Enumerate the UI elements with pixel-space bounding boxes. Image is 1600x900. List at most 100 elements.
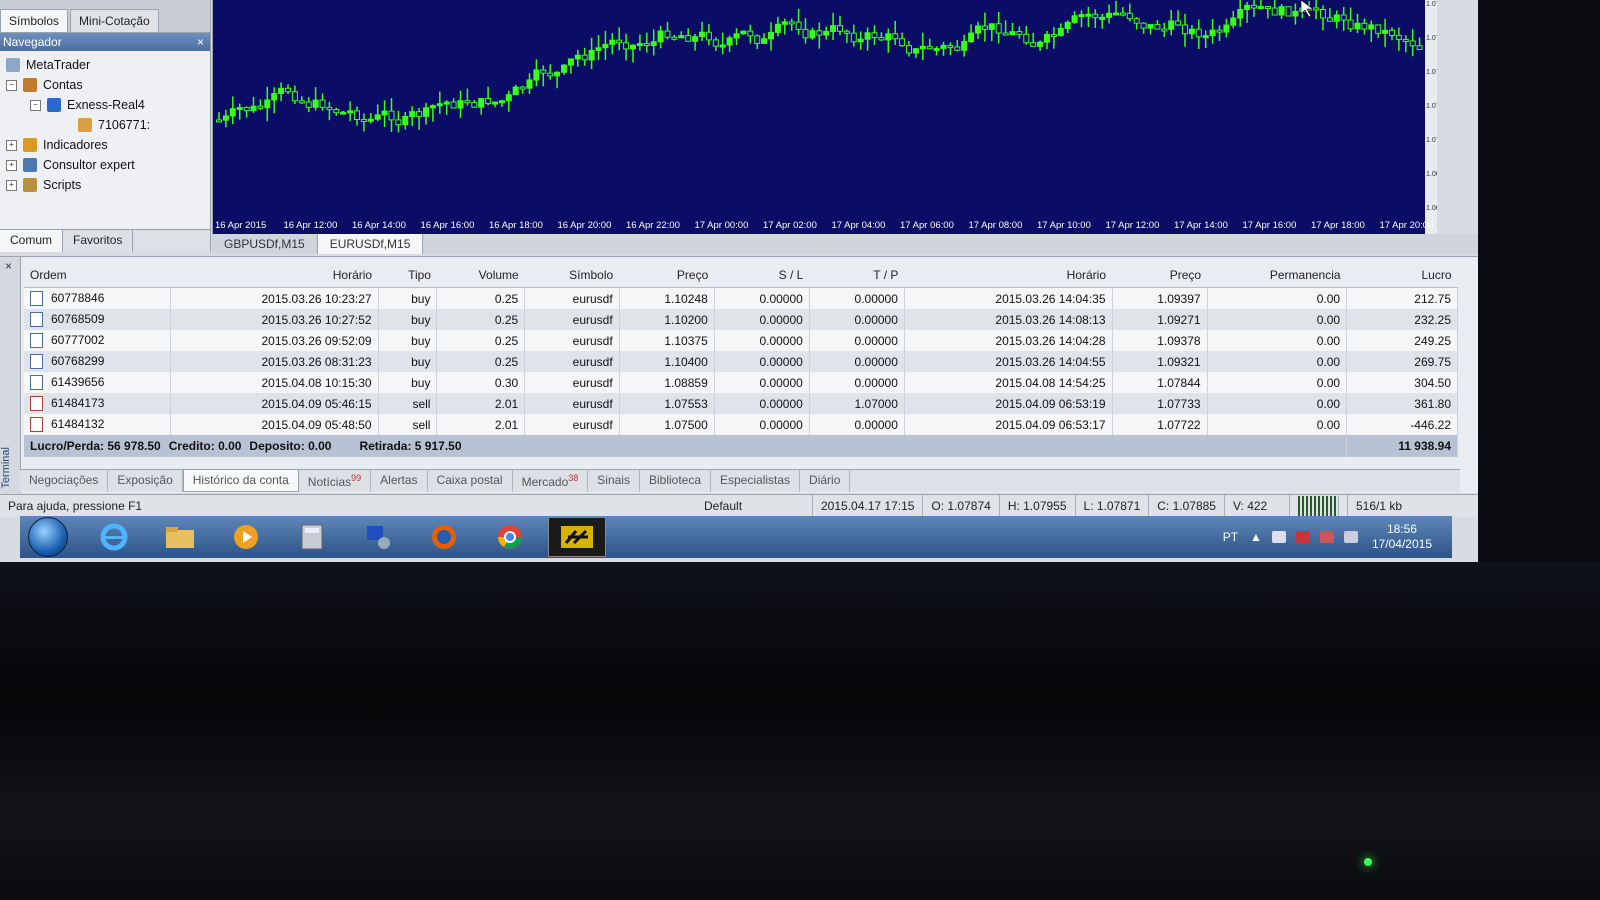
candle-body <box>1002 32 1009 36</box>
candle-body <box>878 37 885 41</box>
account-history-table: Ordem Horário Tipo Volume Símbolo Preço … <box>24 263 1458 457</box>
col-close-price[interactable]: Preço <box>1112 263 1208 288</box>
cell-close-time: 2015.04.09 06:53:19 <box>904 393 1113 414</box>
candle-body <box>1278 6 1285 16</box>
taskbar-exness-terminal[interactable] <box>548 517 606 557</box>
taskbar-media-player[interactable] <box>218 518 274 556</box>
col-swap[interactable]: Permanencia <box>1207 263 1347 288</box>
table-row[interactable]: 60768299 2015.03.26 08:31:23 buy 0.25 eurusd… <box>24 351 1458 372</box>
taskbar-calculator[interactable] <box>284 518 340 556</box>
volume-icon[interactable] <box>1343 531 1358 543</box>
cell-sl: 0.00000 <box>714 309 810 330</box>
price-chart[interactable]: 1.07760 1.07570 1.07380 1.07190 1.07000 1.068… <box>212 0 1437 234</box>
candle-body <box>333 109 340 114</box>
start-button[interactable] <box>20 517 76 557</box>
candle-body <box>561 64 567 73</box>
terminal-tab[interactable]: Exposição <box>108 470 183 492</box>
candle-body <box>1209 29 1216 37</box>
time-tick-label: 16 Apr 22:00 <box>626 220 680 231</box>
tab-label: Exposição <box>117 473 173 487</box>
taskbar-clock[interactable]: 18:56 17/04/2015 <box>1372 522 1432 552</box>
col-open-time[interactable]: Horário <box>170 263 379 288</box>
col-profit[interactable]: Lucro <box>1346 263 1458 288</box>
tab-common[interactable]: Comum <box>0 230 64 252</box>
taskbar-firefox[interactable] <box>416 518 472 556</box>
cell-tp: 0.00000 <box>809 309 905 330</box>
expand-icon[interactable]: + <box>6 159 17 171</box>
candle-body <box>540 69 547 74</box>
time-tick-label: 16 Apr 16:00 <box>421 220 475 231</box>
tray-app-icon[interactable] <box>1295 531 1310 543</box>
close-icon[interactable]: × <box>197 33 204 51</box>
time-tick-label: 17 Apr 00:00 <box>695 220 749 231</box>
tree-item-accounts[interactable]: − Contas <box>6 75 210 95</box>
terminal-tab[interactable]: Diário <box>800 470 851 492</box>
tree-item-account[interactable]: 7106771: <box>6 115 210 135</box>
table-row[interactable]: 61484132 2015.04.09 05:48:50 sell 2.01 eurus… <box>24 414 1458 435</box>
tab-chart-gbpusd[interactable]: GBPUSDf,M15 <box>212 234 318 254</box>
candle-body <box>843 30 850 34</box>
language-indicator[interactable]: PT <box>1223 530 1238 544</box>
navigator-title-bar: Navegador × <box>0 33 210 51</box>
terminal-tab[interactable]: Histórico da conta <box>182 470 299 492</box>
taskbar-explorer[interactable] <box>152 518 208 556</box>
cell-price: 1.08859 <box>619 372 715 393</box>
taskbar-chrome[interactable] <box>482 518 538 556</box>
col-volume[interactable]: Volume <box>436 263 525 288</box>
table-row[interactable]: 60777002 2015.03.26 09:52:09 buy 0.25 eurusd… <box>24 330 1458 351</box>
candle-body <box>1071 15 1078 23</box>
tab-favorites[interactable]: Favoritos <box>63 230 134 252</box>
tree-item-experts[interactable]: + Consultor expert <box>6 155 210 175</box>
terminal-tab[interactable]: Alertas <box>371 470 428 492</box>
tree-item-scripts[interactable]: + Scripts <box>6 175 210 195</box>
close-icon[interactable]: × <box>5 259 12 273</box>
collapse-icon[interactable]: − <box>6 79 17 91</box>
tab-symbols[interactable]: Símbolos <box>0 9 69 32</box>
taskbar-ie[interactable] <box>86 518 142 556</box>
candle-body <box>816 30 823 36</box>
col-type[interactable]: Tipo <box>378 263 437 288</box>
network-status-icon[interactable] <box>1319 531 1334 543</box>
candle-body <box>726 37 733 46</box>
cell-order: 60768509 <box>24 309 172 330</box>
tree-item-indicators[interactable]: + Indicadores <box>6 135 210 155</box>
terminal-tab[interactable]: Biblioteca <box>640 470 711 492</box>
col-price[interactable]: Preço <box>619 263 715 288</box>
col-close-time[interactable]: Horário <box>904 263 1113 288</box>
status-open: O: 1.07874 <box>923 495 1000 517</box>
terminal-tab[interactable]: Notícias99 <box>299 470 372 492</box>
table-row[interactable]: 60778846 2015.03.26 10:23:27 buy 0.25 eurusd… <box>24 287 1458 309</box>
table-row[interactable]: 61484173 2015.04.09 05:46:15 sell 2.01 eurus… <box>24 393 1458 414</box>
candle-body <box>1368 24 1375 30</box>
collapse-icon[interactable]: − <box>30 99 41 111</box>
candle-body <box>781 21 788 25</box>
tray-expand-icon[interactable]: ▲ <box>1250 530 1262 544</box>
tree-item-server[interactable]: − Exness-Real4 <box>6 95 210 115</box>
candle-body <box>733 33 740 39</box>
terminal-tab[interactable]: Mercado38 <box>513 470 589 492</box>
terminal-tab[interactable]: Sinais <box>588 470 640 492</box>
expand-icon[interactable]: + <box>6 139 17 151</box>
col-symbol[interactable]: Símbolo <box>524 263 620 288</box>
terminal-tab[interactable]: Especialistas <box>711 470 801 492</box>
col-order[interactable]: Ordem <box>24 263 171 288</box>
terminal-tabs: Negociações Exposição Histórico da conta No… <box>20 469 1460 492</box>
col-tp[interactable]: T / P <box>809 263 905 288</box>
tree-item-metatrader[interactable]: MetaTrader <box>6 55 210 75</box>
col-sl[interactable]: S / L <box>714 263 810 288</box>
table-row[interactable]: 60768509 2015.03.26 10:27:52 buy 0.25 eurusd… <box>24 309 1458 330</box>
tab-chart-eurusd[interactable]: EURUSDf,M15 <box>317 234 424 254</box>
terminal-tab[interactable]: Negociações <box>20 470 109 492</box>
accounts-icon <box>23 78 37 92</box>
candlestick-chart[interactable]: 1.07760 1.07570 1.07380 1.07190 1.07000 1.068… <box>213 0 1437 234</box>
summary-total: 11 938.94 <box>1346 435 1458 457</box>
flag-icon[interactable] <box>1271 531 1286 543</box>
table-row[interactable]: 61439656 2015.04.08 10:15:30 buy 0.30 eurusd… <box>24 372 1458 393</box>
terminal-tab[interactable]: Caixa postal <box>428 470 513 492</box>
tab-mini-quote[interactable]: Mini-Cotação <box>70 9 159 32</box>
navigator-panel: Símbolos Mini-Cotação Navegador × MetaTr… <box>0 0 211 252</box>
candle-body <box>1044 34 1050 43</box>
taskbar-network[interactable] <box>350 518 406 556</box>
candle-body <box>830 25 837 32</box>
expand-icon[interactable]: + <box>6 179 17 191</box>
